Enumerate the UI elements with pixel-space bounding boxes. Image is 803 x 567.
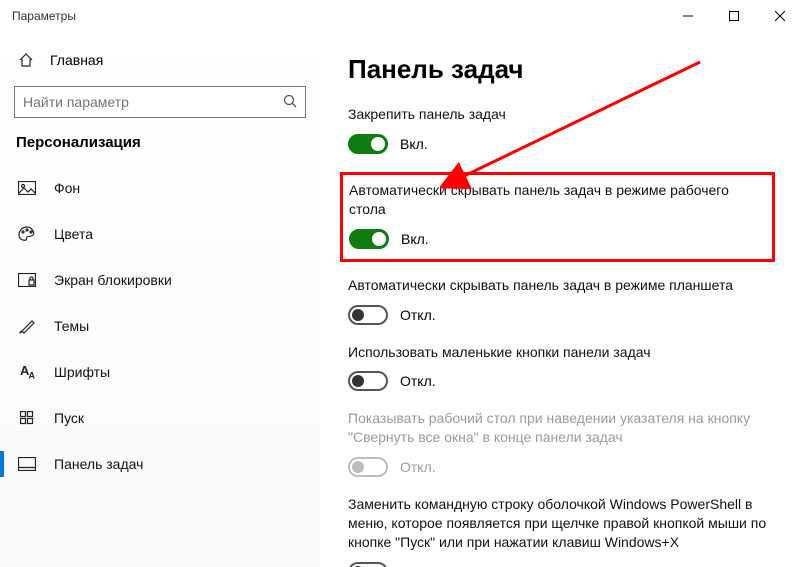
toggle-autohide-tablet[interactable]	[348, 305, 388, 325]
setting-label: Автоматически скрывать панель задач в ре…	[348, 276, 775, 295]
sidebar: Главная Персонализация Фон	[0, 32, 320, 567]
sidebar-item-taskbar[interactable]: Панель задач	[0, 441, 320, 487]
window-title: Параметры	[12, 9, 665, 23]
setting-label: Заменить командную строку оболочкой Wind…	[348, 495, 775, 552]
font-icon: AA	[18, 363, 36, 381]
setting-lock-taskbar: Закрепить панель задач Вкл.	[348, 105, 775, 154]
main-panel: Панель задач Закрепить панель задач Вкл.…	[320, 32, 803, 567]
setting-label: Закрепить панель задач	[348, 105, 775, 124]
setting-autohide-desktop: Автоматически скрывать панель задач в ре…	[349, 181, 762, 249]
home-nav[interactable]: Главная	[0, 40, 320, 80]
setting-label: Использовать маленькие кнопки панели зад…	[348, 343, 775, 362]
toggle-state-label: Вкл.	[400, 136, 428, 152]
minimize-button[interactable]	[665, 0, 711, 32]
sidebar-item-label: Цвета	[54, 226, 93, 242]
sidebar-item-label: Панель задач	[54, 456, 143, 472]
toggle-state-label: Откл.	[400, 459, 436, 475]
sidebar-item-label: Экран блокировки	[54, 272, 172, 288]
sidebar-item-label: Фон	[54, 180, 80, 196]
search-box[interactable]	[14, 86, 306, 118]
taskbar-icon	[18, 455, 36, 473]
toggle-powershell[interactable]	[348, 562, 388, 567]
titlebar: Параметры	[0, 0, 803, 32]
palette-icon	[18, 225, 36, 243]
toggle-state-label: Откл.	[400, 373, 436, 389]
sidebar-item-lockscreen[interactable]: Экран блокировки	[0, 257, 320, 303]
setting-label: Показывать рабочий стол при наведении ук…	[348, 409, 775, 447]
sidebar-item-label: Пуск	[54, 410, 84, 426]
setting-label: Автоматически скрывать панель задач в ре…	[349, 181, 762, 219]
toggle-autohide-desktop[interactable]	[349, 229, 389, 249]
toggle-state-label: Вкл.	[401, 231, 429, 247]
maximize-button[interactable]	[711, 0, 757, 32]
toggle-peek-desktop	[348, 457, 388, 477]
sidebar-section-head: Персонализация	[0, 128, 320, 165]
sidebar-item-themes[interactable]: Темы	[0, 303, 320, 349]
close-button[interactable]	[757, 0, 803, 32]
image-icon	[18, 179, 36, 197]
page-title: Панель задач	[348, 54, 775, 85]
start-icon	[18, 409, 36, 427]
sidebar-item-label: Темы	[54, 318, 89, 334]
toggle-small-buttons[interactable]	[348, 371, 388, 391]
window-controls	[665, 0, 803, 32]
setting-peek-desktop: Показывать рабочий стол при наведении ук…	[348, 409, 775, 477]
sidebar-item-fonts[interactable]: AA Шрифты	[0, 349, 320, 395]
sidebar-item-background[interactable]: Фон	[0, 165, 320, 211]
sidebar-item-label: Шрифты	[54, 364, 110, 380]
lock-screen-icon	[18, 271, 36, 289]
sidebar-item-start[interactable]: Пуск	[0, 395, 320, 441]
brush-icon	[18, 317, 36, 335]
search-input[interactable]	[23, 94, 283, 110]
nav-list: Фон Цвета Экран блокировки Темы	[0, 165, 320, 487]
setting-small-buttons: Использовать маленькие кнопки панели зад…	[348, 343, 775, 392]
highlight-box: Автоматически скрывать панель задач в ре…	[340, 172, 775, 262]
toggle-state-label: Откл.	[400, 307, 436, 323]
toggle-lock-taskbar[interactable]	[348, 134, 388, 154]
home-icon	[18, 52, 34, 68]
setting-autohide-tablet: Автоматически скрывать панель задач в ре…	[348, 276, 775, 325]
setting-powershell: Заменить командную строку оболочкой Wind…	[348, 495, 775, 567]
sidebar-item-colors[interactable]: Цвета	[0, 211, 320, 257]
search-icon	[283, 94, 297, 111]
home-label: Главная	[50, 52, 103, 68]
